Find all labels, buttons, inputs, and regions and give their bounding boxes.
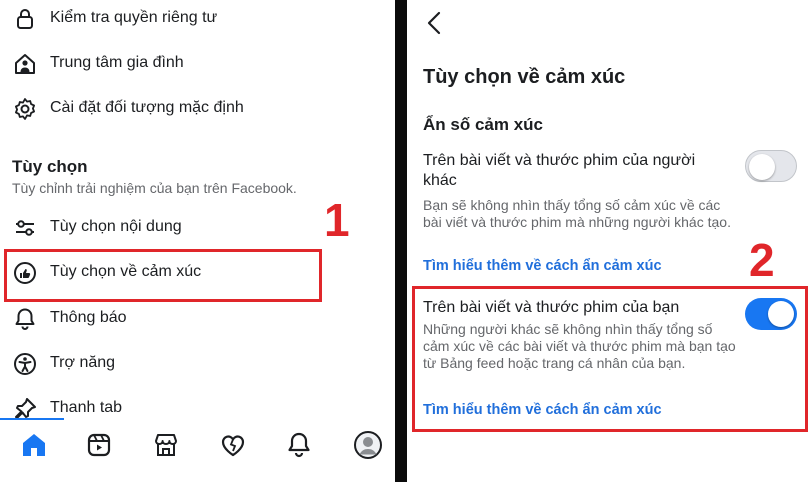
tab-notifications[interactable] bbox=[282, 428, 316, 462]
tab-dating[interactable] bbox=[216, 428, 250, 462]
menu-item-notifications[interactable]: Thông báo bbox=[0, 300, 395, 340]
menu-item-label: Thông báo bbox=[50, 309, 127, 326]
highlight-box-step-2 bbox=[412, 286, 808, 432]
video-icon bbox=[82, 433, 116, 466]
home-icon bbox=[17, 434, 51, 466]
gear-icon bbox=[12, 96, 38, 122]
settings-menu-panel: Kiểm tra quyền riêng tư Trung tâm gia đì… bbox=[0, 0, 395, 482]
reaction-preferences-panel: Tùy chọn về cảm xúc Ẩn số cảm xúc Trên b… bbox=[407, 0, 810, 482]
lock-icon bbox=[12, 6, 38, 32]
back-button[interactable] bbox=[423, 10, 447, 36]
bottom-tab-bar bbox=[0, 418, 395, 482]
section-title: Tùy chọn bbox=[12, 157, 88, 176]
marketplace-icon bbox=[149, 434, 183, 466]
menu-item-label: Kiểm tra quyền riêng tư bbox=[50, 9, 218, 26]
toggle-others-posts[interactable] bbox=[745, 150, 797, 182]
highlight-box-step-1 bbox=[4, 249, 322, 302]
menu-item-accessibility[interactable]: Trợ năng bbox=[0, 345, 395, 385]
menu-item-label: Thanh tab bbox=[50, 399, 123, 416]
bell-icon bbox=[12, 306, 38, 332]
sliders-icon bbox=[12, 215, 38, 241]
tab-profile[interactable] bbox=[351, 428, 385, 462]
menu-item-label: Cài đặt đối tượng mặc định bbox=[50, 99, 244, 116]
tab-marketplace[interactable] bbox=[149, 428, 183, 462]
menu-item-label: Trung tâm gia đình bbox=[50, 54, 184, 71]
learn-more-link-1[interactable]: Tìm hiểu thêm về cách ẩn cảm xúc bbox=[423, 258, 662, 274]
menu-item-family-center[interactable]: Trung tâm gia đình bbox=[0, 45, 395, 85]
menu-item-privacy-checkup[interactable]: Kiểm tra quyền riêng tư bbox=[0, 0, 395, 40]
chevron-left-icon bbox=[423, 11, 447, 40]
menu-item-label: Tùy chọn nội dung bbox=[50, 218, 182, 235]
step-number-2: 2 bbox=[749, 234, 775, 286]
page-title: Tùy chọn về cảm xúc bbox=[423, 66, 626, 88]
dating-icon bbox=[216, 435, 250, 466]
active-tab-indicator bbox=[0, 418, 64, 420]
step-number-1: 1 bbox=[324, 194, 350, 246]
section-subtitle: Tùy chỉnh trải nghiệm của bạn trên Faceb… bbox=[12, 180, 297, 196]
tab-video[interactable] bbox=[82, 428, 116, 462]
notifications-icon bbox=[282, 432, 316, 466]
tab-home[interactable] bbox=[17, 428, 51, 462]
toggle-knob bbox=[749, 154, 775, 180]
accessibility-icon bbox=[12, 351, 38, 377]
family-icon bbox=[12, 51, 38, 77]
option-others-posts-title: Trên bài viết và thước phim của người kh… bbox=[423, 152, 696, 189]
section-heading: Ẩn số cảm xúc bbox=[423, 115, 543, 134]
menu-item-default-audience[interactable]: Cài đặt đối tượng mặc định bbox=[0, 90, 395, 130]
profile-icon bbox=[351, 431, 385, 466]
option-others-posts-description: Bạn sẽ không nhìn thấy tổng số cảm xúc v… bbox=[423, 197, 731, 230]
menu-item-label: Trợ năng bbox=[50, 354, 116, 371]
